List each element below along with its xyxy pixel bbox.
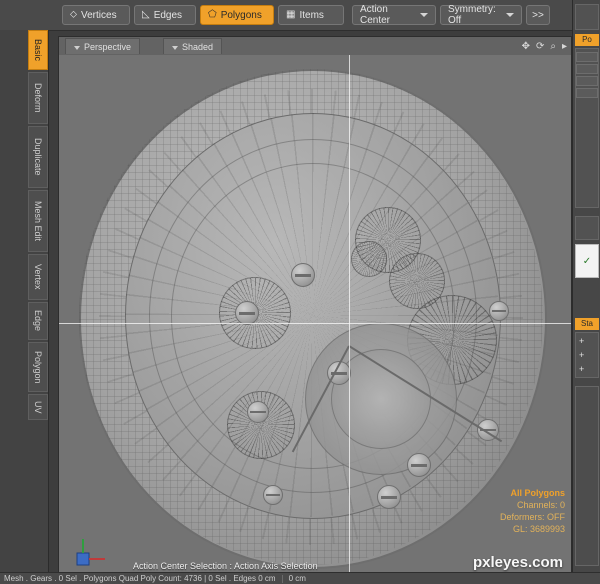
sidebar-item-duplicate[interactable]: Duplicate bbox=[28, 126, 48, 188]
add-row-plus-3[interactable]: + bbox=[579, 364, 584, 374]
status-bar-units: 0 cm bbox=[288, 574, 306, 583]
mode-vertices-button[interactable]: ⬦ Vertices bbox=[62, 5, 130, 25]
sidebar-item-deform[interactable]: Deform bbox=[28, 72, 48, 124]
application-window: ⬦ Vertices ◺ Edges ⬠ Polygons ▦ Items Ac… bbox=[0, 0, 600, 584]
add-row-plus-1[interactable]: + bbox=[579, 336, 584, 346]
mode-edges-label: Edges bbox=[153, 9, 183, 21]
mode-edges-button[interactable]: ◺ Edges bbox=[134, 5, 196, 25]
screw bbox=[235, 301, 259, 325]
viewport-tabbar: Perspective Shaded ✥ ⟳ ⌕ ▸ bbox=[59, 37, 571, 56]
top-toolbar: ⬦ Vertices ◺ Edges ⬠ Polygons ▦ Items Ac… bbox=[0, 0, 600, 31]
symmetry-dropdown[interactable]: Symmetry: Off bbox=[440, 4, 522, 26]
expand-view-icon[interactable]: ▸ bbox=[562, 41, 567, 52]
screw bbox=[377, 485, 401, 509]
gear-pinion bbox=[351, 241, 387, 277]
sidebar-item-basic[interactable]: Basic bbox=[28, 30, 48, 70]
rotate-view-icon[interactable]: ⟳ bbox=[536, 41, 544, 52]
right-panel-check[interactable]: ✓ bbox=[575, 244, 599, 278]
status-bar: Mesh . Gears . 0 Sel . Polygons Quad Pol… bbox=[0, 572, 600, 584]
vertex-icon: ⬦ bbox=[70, 9, 77, 20]
screw bbox=[291, 263, 315, 287]
sidebar-item-polygon[interactable]: Polygon bbox=[28, 342, 48, 392]
mode-polygons-label: Polygons bbox=[220, 9, 262, 21]
tab-perspective[interactable]: Perspective bbox=[65, 38, 141, 54]
toolbar-overflow-button[interactable]: >> bbox=[526, 5, 550, 25]
right-panel-row[interactable] bbox=[576, 64, 598, 74]
right-panel-row[interactable] bbox=[576, 52, 598, 62]
symmetry-label: Symmetry: Off bbox=[448, 4, 496, 26]
right-panel: Po ✓ Sta + + + bbox=[572, 0, 600, 584]
edge-icon: ◺ bbox=[142, 9, 150, 20]
viewport[interactable]: Perspective Shaded ✥ ⟳ ⌕ ▸ 12 11 10 9 8 … bbox=[58, 36, 572, 578]
sidebar-item-vertex[interactable]: Vertex bbox=[28, 254, 48, 300]
viewport-icon-group: ✥ ⟳ ⌕ ▸ bbox=[522, 38, 567, 54]
sidebar-item-uv[interactable]: UV bbox=[28, 394, 48, 420]
action-axis-horizontal bbox=[59, 323, 571, 324]
chevron-down-icon bbox=[506, 13, 514, 17]
screw bbox=[489, 301, 509, 321]
right-panel-row[interactable] bbox=[576, 76, 598, 86]
move-view-icon[interactable]: ✥ bbox=[522, 41, 530, 52]
right-panel-header-po[interactable]: Po bbox=[575, 34, 599, 46]
right-panel-block[interactable] bbox=[575, 216, 599, 240]
chevron-down-icon bbox=[420, 13, 428, 17]
chevron-down-icon bbox=[74, 45, 80, 50]
mode-vertices-label: Vertices bbox=[81, 9, 117, 21]
action-axis-vertical bbox=[349, 55, 350, 577]
item-icon: ▦ bbox=[286, 9, 296, 20]
right-panel-header-sta[interactable]: Sta bbox=[575, 318, 599, 330]
screw bbox=[247, 401, 269, 423]
right-panel-row[interactable] bbox=[576, 88, 598, 98]
toolbar-overflow-label: >> bbox=[532, 9, 544, 21]
screw bbox=[263, 485, 283, 505]
action-center-dropdown[interactable]: Action Center bbox=[352, 4, 436, 26]
mode-polygons-button[interactable]: ⬠ Polygons bbox=[200, 5, 274, 25]
viewport-status-text: Action Center Selection : Action Axis Se… bbox=[133, 561, 318, 571]
mode-items-button[interactable]: ▦ Items bbox=[278, 5, 344, 25]
viewport-stats: All Polygons Channels: 0 Deformers: OFF … bbox=[500, 487, 565, 535]
stats-header: All Polygons bbox=[510, 488, 565, 498]
divider bbox=[281, 574, 283, 583]
sidebar-item-edge[interactable]: Edge bbox=[28, 302, 48, 340]
right-panel-block[interactable] bbox=[575, 386, 599, 566]
screw bbox=[407, 453, 431, 477]
stats-channels: Channels: 0 bbox=[516, 500, 565, 510]
right-panel-block[interactable] bbox=[575, 4, 599, 30]
status-bar-text: Mesh . Gears . 0 Sel . Polygons Quad Pol… bbox=[4, 574, 276, 583]
mode-items-label: Items bbox=[299, 9, 324, 21]
zoom-view-icon[interactable]: ⌕ bbox=[550, 41, 556, 52]
polygon-icon: ⬠ bbox=[208, 9, 217, 20]
sidebar-item-mesh-edit[interactable]: Mesh Edit bbox=[28, 190, 48, 252]
3d-scene[interactable]: 12 11 10 9 8 7 6 5 4 3 2 1 bbox=[59, 55, 571, 577]
tab-shaded[interactable]: Shaded bbox=[163, 38, 223, 54]
axis-gizmo-icon bbox=[76, 539, 105, 566]
chevron-down-icon bbox=[172, 45, 178, 50]
stats-deformers: Deformers: OFF bbox=[499, 512, 565, 522]
action-center-label: Action Center bbox=[360, 4, 391, 26]
add-row-plus-2[interactable]: + bbox=[579, 350, 584, 360]
left-tab-rail: Basic Deform Duplicate Mesh Edit Vertex … bbox=[0, 30, 49, 584]
stats-gl: GL: 3689993 bbox=[512, 524, 565, 534]
watermark: pxleyes.com bbox=[472, 554, 563, 571]
